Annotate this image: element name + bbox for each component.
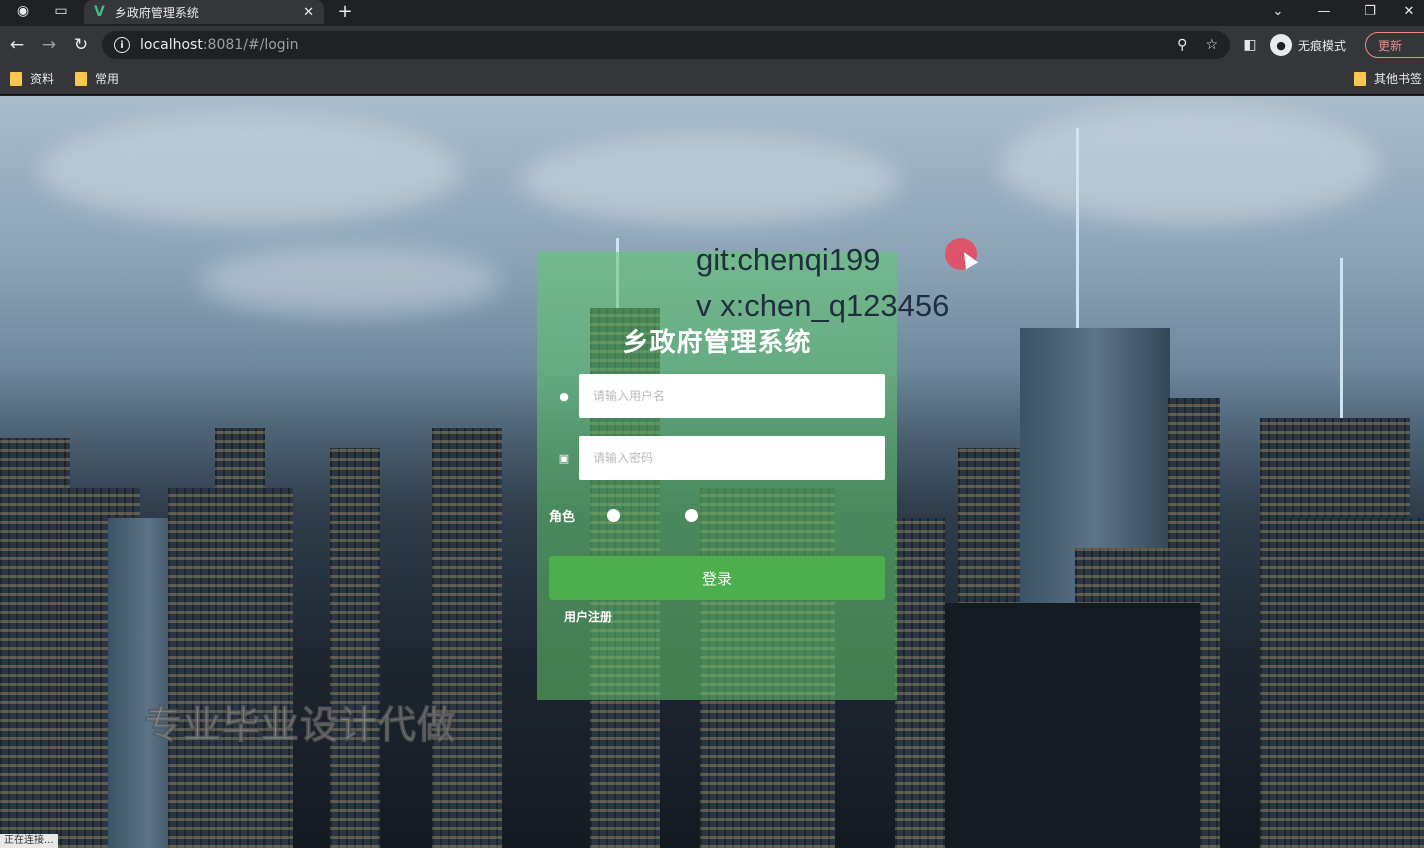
status-bar: 正在连接... [0, 834, 58, 848]
restore-icon[interactable]: ❐ [1348, 0, 1392, 22]
incognito-icon: ● [1270, 34, 1292, 56]
close-window-icon[interactable]: ✕ [1394, 0, 1424, 22]
building [895, 518, 945, 848]
building [945, 603, 1200, 848]
cloud [520, 136, 900, 226]
login-title: 乡政府管理系统 [622, 328, 812, 358]
bookmarks-bar: 资料 常用 其他书签 [0, 64, 1424, 95]
watermark-git: git:chenqi199 [696, 242, 881, 277]
bookmark-label: 常用 [95, 72, 120, 86]
globe-icon[interactable]: ◉ [8, 0, 38, 22]
cloud [200, 246, 500, 316]
bookmark-folder-changyong[interactable]: 常用 [75, 70, 119, 87]
minimize-icon[interactable]: — [1302, 0, 1346, 22]
building [330, 448, 380, 848]
tab-dropdown-icon[interactable]: ⌄ [1256, 0, 1300, 22]
username-input[interactable] [579, 374, 885, 418]
watermark-ad: 专业毕业设计代做 [143, 703, 457, 748]
user-icon: ● [559, 389, 569, 403]
incognito-indicator[interactable]: ● 无痕模式 [1270, 33, 1346, 57]
update-button[interactable]: 更新 [1365, 32, 1424, 58]
close-tab-icon[interactable]: ✕ [303, 5, 314, 20]
new-tab-icon[interactable]: + [332, 0, 358, 22]
role-selector: 角色 [549, 506, 699, 525]
side-panel-icon[interactable]: ◧ [1238, 33, 1262, 57]
other-bookmarks-label: 其他书签 [1374, 72, 1423, 86]
vue-logo-icon: V [94, 4, 105, 20]
bookmark-star-icon[interactable]: ☆ [1205, 37, 1218, 53]
watermark-vx: v x:chen_q123456 [696, 288, 950, 323]
url-path: :8081/#/login [202, 37, 299, 53]
other-bookmarks[interactable]: 其他书签 [1354, 70, 1422, 87]
update-label: 更新 [1378, 38, 1403, 53]
lock-icon: ▣ [558, 451, 570, 465]
tab-title: 乡政府管理系统 [114, 5, 199, 20]
incognito-label: 无痕模式 [1298, 38, 1347, 53]
browser-toolbar: ← → ↻ i localhost:8081/#/login ⚲ ☆ ◧ ● 无… [0, 26, 1424, 64]
building [215, 428, 265, 848]
role-label: 角色 [549, 510, 576, 525]
login-button[interactable]: 登录 [549, 556, 885, 600]
tab-strip: ◉ ▭ V 乡政府管理系统 ✕ + ⌄ — ❐ ✕ [0, 0, 1424, 26]
folder-icon [1354, 71, 1366, 86]
building [432, 428, 502, 848]
tab-search-icon[interactable]: ▭ [46, 0, 76, 22]
role-radio-1[interactable] [607, 509, 621, 522]
password-input[interactable] [579, 436, 885, 480]
back-icon[interactable]: ← [5, 33, 29, 57]
password-row: ▣ [549, 436, 885, 480]
address-bar[interactable]: i localhost:8081/#/login ⚲ ☆ [102, 31, 1230, 59]
key-icon[interactable]: ⚲ [1177, 37, 1187, 53]
role-radio-2[interactable] [685, 509, 699, 522]
spire [1340, 258, 1343, 418]
bookmark-folder-ziliao[interactable]: 资料 [10, 70, 54, 87]
register-link[interactable]: 用户注册 [564, 608, 612, 625]
cloud [40, 116, 460, 226]
forward-icon[interactable]: → [37, 33, 61, 57]
reload-icon[interactable]: ↻ [69, 33, 93, 57]
url-host: localhost [140, 37, 203, 53]
bookmark-label: 资料 [30, 72, 55, 86]
cloud [1000, 106, 1380, 226]
folder-icon [10, 71, 22, 86]
username-row: ● [549, 374, 885, 418]
building [1290, 518, 1424, 848]
site-info-icon[interactable]: i [114, 37, 130, 53]
folder-icon [75, 71, 87, 86]
tab-active[interactable]: V 乡政府管理系统 ✕ [84, 0, 324, 24]
spire [1076, 128, 1079, 328]
